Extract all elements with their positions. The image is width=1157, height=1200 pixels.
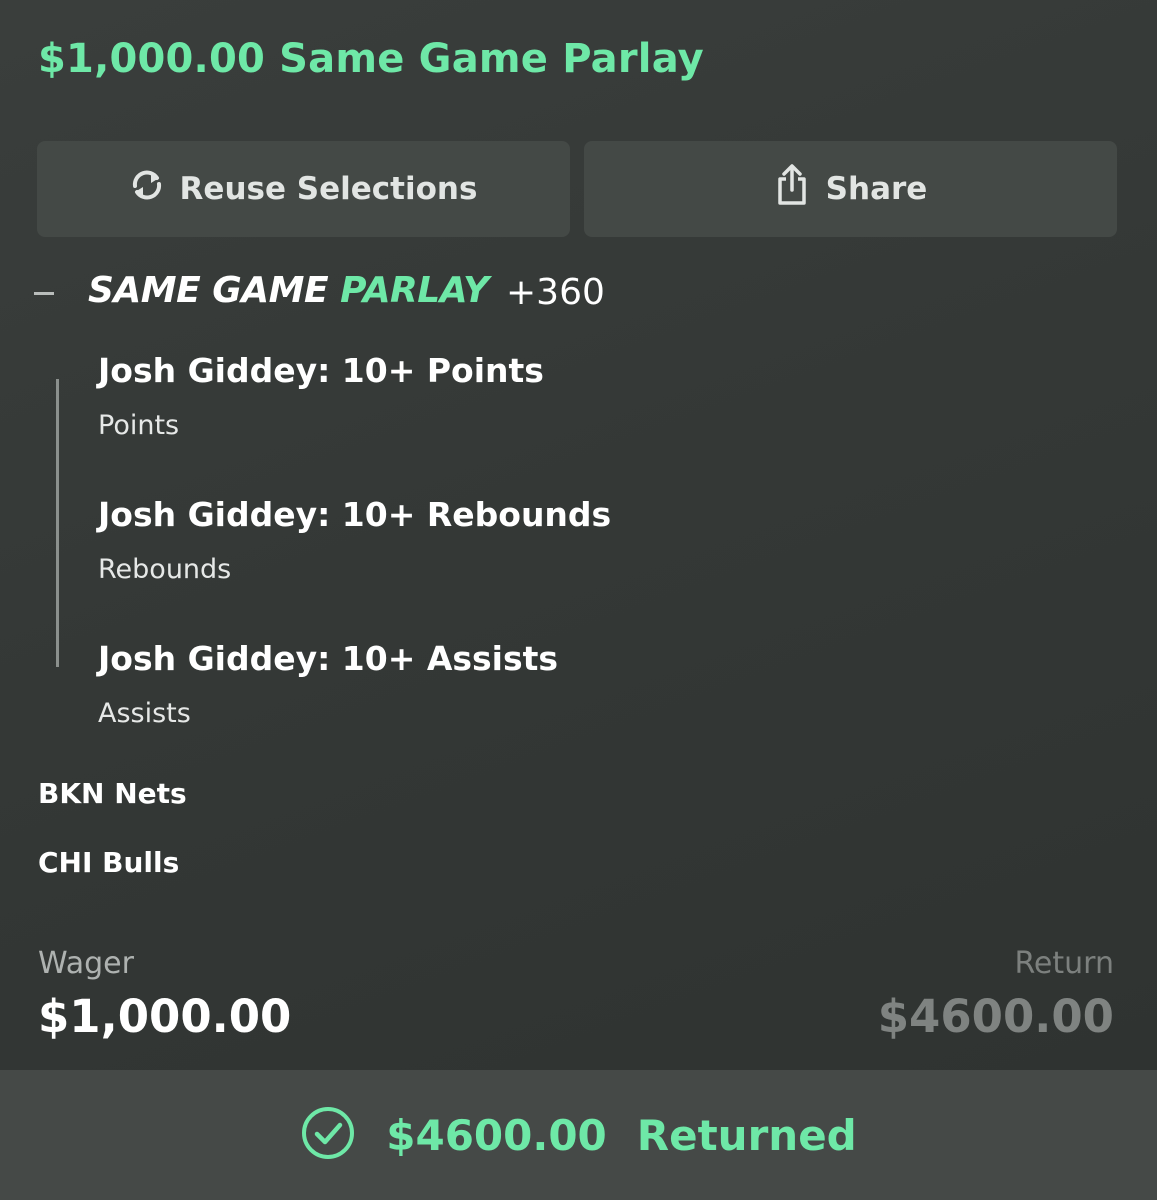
minus-icon[interactable] — [34, 292, 54, 295]
parlay-header[interactable]: SAME GAME PARLAY +360 — [0, 270, 1157, 320]
reuse-selections-button[interactable]: Reuse Selections — [37, 141, 570, 237]
parlay-type-label: SAME GAME PARLAY — [88, 270, 489, 311]
reuse-selections-label: Reuse Selections — [179, 171, 478, 207]
settlement-status-bar: $4600.00 Returned — [0, 1070, 1157, 1200]
leg-market: Points — [98, 410, 180, 441]
leg-item: Josh Giddey: 10+ Rebounds Rebounds — [98, 495, 611, 585]
return-label: Return — [1014, 946, 1114, 981]
share-label: Share — [825, 171, 928, 207]
status-text: Returned — [636, 1110, 857, 1160]
bet-title: $1,000.00 Same Game Parlay — [38, 36, 704, 82]
leg-item: Josh Giddey: 10+ Assists Assists — [98, 639, 558, 729]
parlay-odds: +360 — [506, 272, 605, 313]
leg-title: Josh Giddey: 10+ Assists — [98, 639, 559, 678]
legs-connector-line — [56, 379, 59, 667]
team-away: BKN Nets — [38, 777, 187, 810]
leg-title: Josh Giddey: 10+ Rebounds — [98, 495, 612, 534]
leg-title: Josh Giddey: 10+ Points — [98, 351, 544, 390]
parlay-label-part1: SAME GAME — [88, 270, 341, 311]
wager-amount: $1,000.00 — [38, 990, 292, 1043]
return-amount: $4600.00 — [877, 990, 1114, 1043]
parlay-label-part2: PARLAY — [340, 270, 489, 311]
team-home: CHI Bulls — [38, 846, 180, 879]
refresh-icon — [130, 166, 180, 212]
leg-market: Rebounds — [98, 554, 232, 585]
share-button[interactable]: Share — [584, 141, 1117, 237]
check-circle-icon — [300, 1105, 356, 1165]
leg-item: Josh Giddey: 10+ Points Points — [98, 351, 544, 441]
returned-amount: $4600.00 — [386, 1110, 607, 1160]
share-icon — [774, 163, 826, 215]
wager-label: Wager — [38, 946, 134, 981]
leg-market: Assists — [98, 698, 191, 729]
